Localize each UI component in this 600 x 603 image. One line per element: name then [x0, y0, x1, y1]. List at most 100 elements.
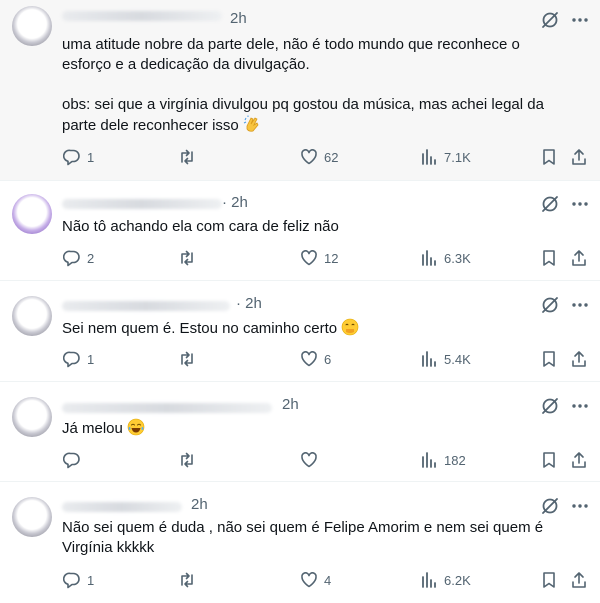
reply-icon: [63, 351, 80, 368]
like-button[interactable]: 12: [300, 247, 338, 269]
heart-icon: [301, 149, 317, 165]
grok-icon[interactable]: [540, 194, 560, 214]
tweet-2[interactable]: · 2h Não tô achando ela com cara de feli…: [0, 180, 600, 281]
bookmark-icon: [543, 572, 555, 588]
more-options-icon[interactable]: [570, 396, 590, 416]
reply-icon: [63, 149, 80, 166]
avatar[interactable]: [12, 6, 52, 46]
like-count: 12: [324, 250, 339, 266]
author-name-blurred[interactable]: [62, 11, 222, 21]
repost-button[interactable]: [178, 569, 202, 591]
views-button[interactable]: 7.1K: [420, 146, 471, 168]
tweet-3[interactable]: · 2h Sei nem quem é. Estou no caminho ce…: [0, 280, 600, 382]
author-name-blurred[interactable]: [62, 199, 222, 209]
tweet-paragraph: uma atitude nobre da parte dele, não é t…: [62, 36, 520, 73]
reply-button[interactable]: 2: [63, 247, 94, 269]
bookmark-button[interactable]: [540, 146, 558, 168]
heart-icon: [301, 452, 317, 468]
avatar[interactable]: [12, 397, 52, 437]
reply-button[interactable]: [63, 449, 87, 471]
like-count: 4: [324, 572, 332, 588]
bookmark-button[interactable]: [540, 247, 558, 269]
author-name-blurred[interactable]: [62, 403, 272, 413]
grok-icon[interactable]: [540, 10, 560, 30]
views-button[interactable]: 6.2K: [420, 569, 471, 591]
more-options-icon[interactable]: [570, 10, 590, 30]
like-button[interactable]: 4: [300, 569, 331, 591]
like-button[interactable]: 6: [300, 348, 331, 370]
avatar[interactable]: [12, 497, 52, 537]
tweet-timestamp[interactable]: 2h: [282, 396, 299, 413]
grok-icon[interactable]: [540, 496, 560, 516]
reply-count: 2: [87, 250, 95, 266]
repost-icon: [181, 452, 193, 468]
more-options-icon[interactable]: [570, 194, 590, 214]
bookmark-button[interactable]: [540, 348, 558, 370]
tweet-paragraph: Sei nem quem é. Estou no caminho certo: [62, 318, 570, 339]
tweet-text: Não sei quem é duda , não sei quem é Fel…: [62, 518, 575, 558]
share-button[interactable]: [570, 146, 588, 168]
heart-icon: [301, 250, 317, 266]
clapping-hands-emoji-icon: [243, 115, 261, 133]
views-button[interactable]: 5.4K: [420, 348, 471, 370]
share-icon: [572, 452, 586, 468]
tweet-timestamp[interactable]: 2h: [230, 10, 247, 27]
like-button[interactable]: 62: [300, 146, 338, 168]
heart-icon: [301, 572, 317, 588]
author-name-blurred[interactable]: [62, 502, 182, 512]
tweet-paragraph: Não tô achando ela com cara de feliz não: [62, 218, 339, 235]
like-button[interactable]: [300, 449, 324, 471]
grok-icon[interactable]: [540, 295, 560, 315]
reply-count: 1: [87, 351, 95, 367]
reply-icon: [63, 250, 80, 267]
tweet-1[interactable]: 2h uma atitude nobre da parte dele, não …: [0, 0, 600, 181]
reply-icon: [63, 452, 80, 469]
author-name-blurred[interactable]: [62, 301, 230, 311]
share-icon: [572, 351, 586, 367]
tweet-actions: 1 4 6.2K: [0, 569, 600, 591]
repost-button[interactable]: [178, 247, 202, 269]
share-button[interactable]: [570, 569, 588, 591]
view-count: 6.2K: [444, 572, 471, 588]
reply-button[interactable]: 1: [63, 348, 94, 370]
repost-icon: [181, 351, 193, 367]
reply-button[interactable]: 1: [63, 146, 94, 168]
repost-button[interactable]: [178, 449, 202, 471]
share-button[interactable]: [570, 348, 588, 370]
grok-icon[interactable]: [540, 396, 560, 416]
tweet-actions: 1 62 7.1K: [0, 146, 600, 168]
tweet-text: Sei nem quem é. Estou no caminho certo: [62, 318, 570, 339]
view-count: 7.1K: [444, 149, 471, 165]
view-count: 5.4K: [444, 351, 471, 367]
avatar[interactable]: [12, 296, 52, 336]
share-button[interactable]: [570, 247, 588, 269]
tweet-actions: 1 6 5.4K: [0, 348, 600, 370]
views-button[interactable]: 182: [420, 449, 466, 471]
tweet-4[interactable]: 2h Já melou 182: [0, 381, 600, 482]
repost-button[interactable]: [178, 348, 202, 370]
tweet-timestamp[interactable]: · 2h: [236, 295, 262, 312]
reply-button[interactable]: 1: [63, 569, 94, 591]
bookmark-icon: [543, 351, 555, 367]
tweet-timestamp[interactable]: 2h: [191, 496, 208, 513]
tweet-text: Já melou: [62, 418, 570, 439]
views-button[interactable]: 6.3K: [420, 247, 471, 269]
repost-button[interactable]: [178, 146, 202, 168]
more-options-icon[interactable]: [570, 496, 590, 516]
bookmark-button[interactable]: [540, 569, 558, 591]
tweet-paragraph-2: obs: sei que a virgínia divulgou pq gost…: [62, 95, 570, 136]
share-icon: [572, 250, 586, 266]
more-options-icon[interactable]: [570, 295, 590, 315]
avatar[interactable]: [12, 194, 52, 234]
tweet-5[interactable]: 2h Não sei quem é duda , não sei quem é …: [0, 481, 600, 603]
tweet-timestamp[interactable]: · 2h: [222, 194, 248, 211]
bookmark-icon: [543, 452, 555, 468]
share-button[interactable]: [570, 449, 588, 471]
tweet-text: Não tô achando ela com cara de feliz não: [62, 217, 570, 237]
tweet-paragraph: Já melou: [62, 418, 570, 439]
bookmark-button[interactable]: [540, 449, 558, 471]
views-chart-icon: [422, 351, 436, 367]
repost-icon: [181, 149, 193, 165]
tweet-text: uma atitude nobre da parte dele, não é t…: [62, 35, 570, 136]
views-chart-icon: [422, 452, 436, 468]
